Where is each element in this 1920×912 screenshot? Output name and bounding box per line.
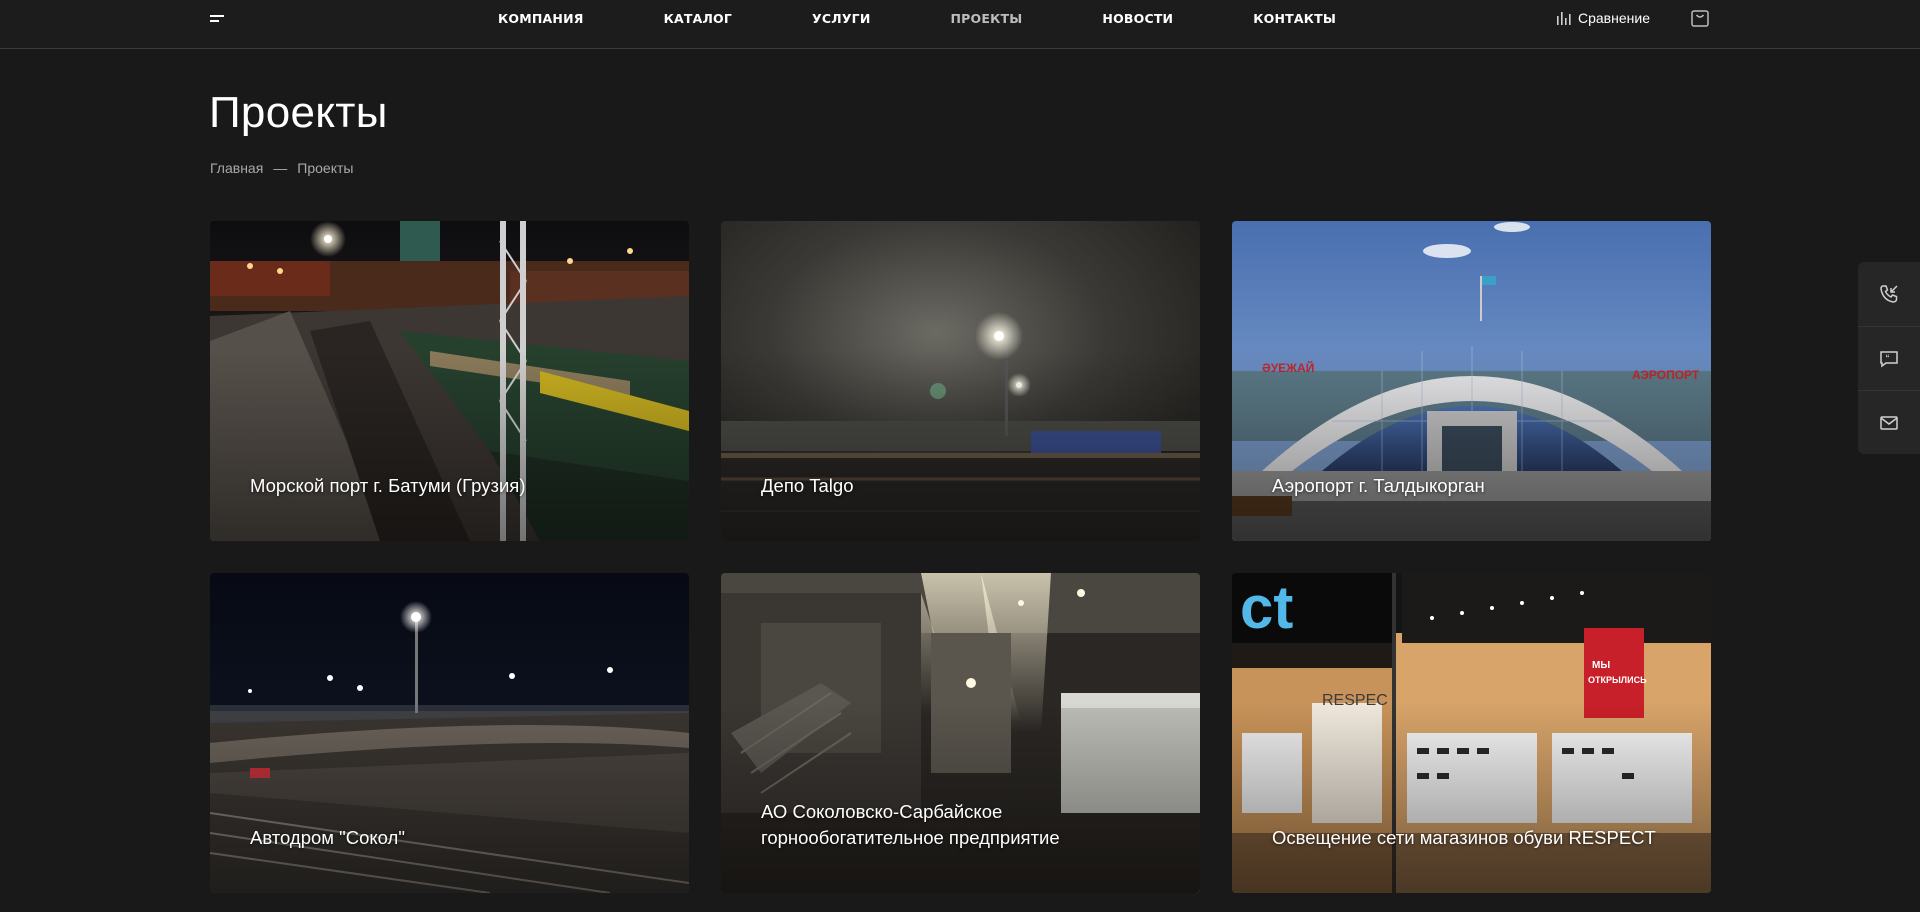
menu-icon[interactable] [210, 14, 226, 24]
project-title: Освещение сети магазинов обуви RESPECT [1272, 827, 1656, 848]
nav-item-company[interactable]: КОМПАНИЯ [498, 11, 584, 27]
phone-callback-icon [1880, 285, 1898, 303]
project-card[interactable]: ӘУЕЖАЙ АЭРОПОРТ Аэропорт г. Талдыкорган [1232, 221, 1711, 541]
mail-icon [1880, 415, 1898, 430]
nav-item-projects[interactable]: ПРОЕКТЫ [951, 11, 1023, 27]
project-card[interactable]: АО Соколовско-Сарбайское горнообогатител… [721, 573, 1200, 893]
project-card[interactable]: Морской порт г. Батуми (Грузия) [210, 221, 689, 541]
svg-text:“: “ [1886, 353, 1890, 362]
contact-side-panel: “ [1858, 262, 1920, 454]
nav-item-news[interactable]: НОВОСТИ [1102, 11, 1173, 27]
project-title: Морской порт г. Батуми (Грузия) [250, 475, 526, 496]
bar-chart-icon [1557, 12, 1571, 25]
main-nav: КОМПАНИЯ КАТАЛОГ УСЛУГИ ПРОЕКТЫ НОВОСТИ … [498, 11, 1336, 27]
breadcrumb-separator: — [273, 160, 288, 176]
project-title: АО Соколовско-Сарбайское горнообогатител… [761, 801, 1060, 848]
project-title: Аэропорт г. Талдыкорган [1272, 475, 1485, 496]
project-title: Автодром "Сокол" [250, 827, 405, 848]
project-card[interactable]: Депо Talgo [721, 221, 1200, 541]
shopping-bag-icon [1691, 10, 1709, 27]
nav-item-catalog[interactable]: КАТАЛОГ [664, 11, 732, 27]
nav-item-contacts[interactable]: КОНТАКТЫ [1253, 11, 1336, 27]
compare-link[interactable]: Сравнение [1556, 10, 1650, 26]
breadcrumb: Главная — Проекты [210, 160, 353, 176]
chat-button[interactable]: “ [1858, 326, 1920, 390]
project-card[interactable]: ct RESPEC МЫ ОТКРЫЛИСЬ [1232, 573, 1711, 893]
cart-button[interactable] [1690, 8, 1710, 28]
email-button[interactable] [1858, 390, 1920, 454]
projects-grid: Морской порт г. Батуми (Грузия) Депо Tal… [210, 221, 1711, 893]
callback-button[interactable] [1858, 262, 1920, 326]
chat-icon: “ [1880, 350, 1898, 367]
project-title: Депо Talgo [761, 475, 854, 496]
page-title: Проекты [209, 88, 388, 137]
breadcrumb-current: Проекты [297, 160, 354, 176]
breadcrumb-home[interactable]: Главная [210, 160, 263, 176]
compare-label: Сравнение [1578, 10, 1650, 26]
site-header: КОМПАНИЯ КАТАЛОГ УСЛУГИ ПРОЕКТЫ НОВОСТИ … [0, 0, 1920, 49]
project-card[interactable]: Автодром "Сокол" [210, 573, 689, 893]
nav-item-services[interactable]: УСЛУГИ [812, 11, 870, 27]
